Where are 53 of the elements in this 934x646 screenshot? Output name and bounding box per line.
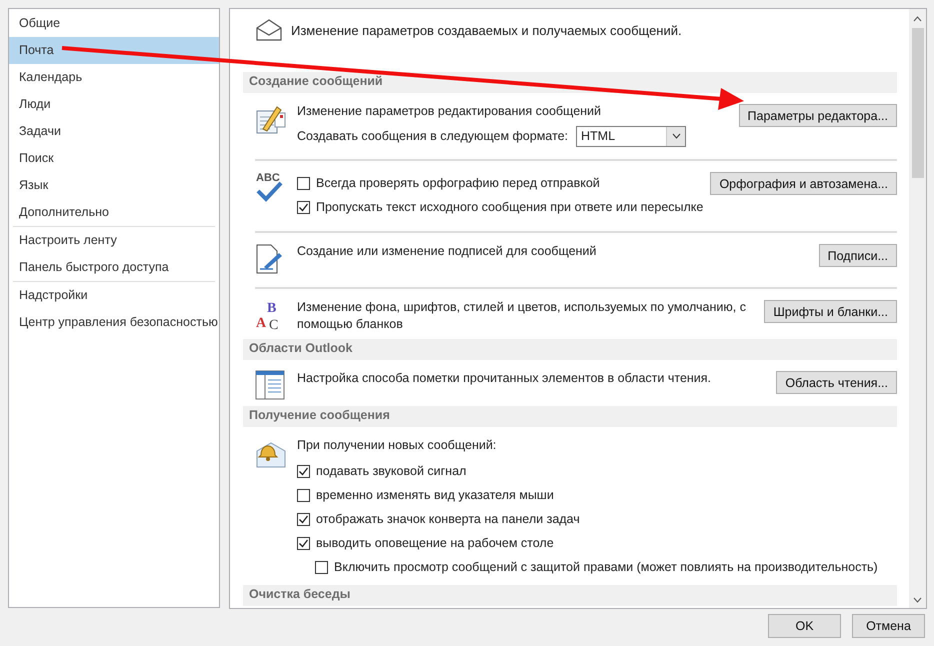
sidebar-item[interactable]: Центр управления безопасностью — [9, 309, 219, 336]
option-description: При получении новых сообщений: — [297, 437, 498, 454]
checkbox[interactable] — [297, 176, 310, 190]
checkbox[interactable] — [297, 512, 310, 526]
sidebar-item[interactable]: Общие — [9, 10, 219, 37]
checkbox[interactable] — [297, 488, 310, 502]
section-header: Очистка беседы — [243, 585, 897, 606]
reading-pane-icon — [255, 370, 285, 400]
envelope-icon — [256, 19, 282, 41]
checkbox-label: отображать значок конверта на панели задач — [316, 510, 580, 528]
options-button[interactable]: Параметры редактора... — [738, 104, 897, 127]
scroll-down-icon[interactable] — [913, 597, 922, 603]
option-description: Создание или изменение подписей для сообщений — [297, 243, 598, 260]
scrollbar-thumb[interactable] — [912, 28, 924, 178]
option-description: Настройка способа пометки прочитанных элементов в области чтения. — [297, 370, 712, 387]
format-dropdown[interactable]: HTML — [576, 126, 686, 146]
checkbox-label: Пропускать текст исходного сообщения при ответе или пересылке — [316, 198, 704, 216]
options-button[interactable]: Область чтения... — [776, 371, 897, 394]
section-header: Получение сообщения — [243, 406, 897, 427]
format-label: Создавать сообщения в следующем формате: — [297, 128, 568, 144]
section-header: Области Outlook — [243, 339, 897, 360]
font-letters-icon: B A C — [255, 299, 285, 331]
sidebar-item[interactable]: Поиск — [9, 145, 219, 172]
checkbox[interactable] — [297, 200, 310, 214]
intro-text: Изменение параметров создаваемых и получаемых сообщений. — [291, 22, 682, 38]
sidebar-item[interactable]: Люди — [9, 91, 219, 118]
checkbox-label: Всегда проверять орфографию перед отправкой — [316, 174, 600, 192]
chevron-down-icon — [672, 133, 680, 139]
sidebar-item[interactable]: Настроить ленту — [9, 227, 219, 254]
options-button[interactable]: Орфография и автозамена... — [710, 172, 897, 195]
checkbox-label: выводить оповещение на рабочем столе — [316, 534, 554, 552]
options-button[interactable]: Шрифты и бланки... — [764, 300, 897, 323]
checkbox[interactable] — [297, 536, 310, 550]
checkbox-label: временно изменять вид указателя мыши — [316, 486, 554, 504]
sidebar-item[interactable]: Задачи — [9, 118, 219, 145]
options-button[interactable]: Подписи... — [818, 244, 897, 267]
sidebar-item[interactable]: Панель быстрого доступа — [9, 254, 219, 281]
scroll-up-icon[interactable] — [913, 16, 922, 22]
sidebar-item[interactable]: Язык — [9, 172, 219, 199]
checkbox-label: Включить просмотр сообщений с защитой правами (может повлиять на производительность) — [334, 558, 878, 576]
checkbox-label: подавать звуковой сигнал — [316, 462, 466, 480]
sidebar-item[interactable]: Дополнительно — [9, 199, 219, 226]
sidebar-item[interactable]: Надстройки — [9, 282, 219, 309]
checkbox[interactable] — [297, 464, 310, 478]
checkbox[interactable] — [315, 560, 328, 574]
dialog-button[interactable]: Отмена — [852, 614, 925, 638]
scrollbar[interactable] — [909, 9, 926, 608]
option-description: Изменение параметров редактирования сообщений — [297, 103, 602, 120]
option-description: Изменение фона, шрифтов, стилей и цветов, используемых по умолчанию, с помощью бланков — [297, 299, 747, 333]
document-pen-icon — [255, 243, 283, 275]
section-header: Создание сообщений — [243, 72, 897, 93]
sidebar-item[interactable]: Календарь — [9, 64, 219, 91]
dialog-button[interactable]: OK — [768, 614, 841, 638]
